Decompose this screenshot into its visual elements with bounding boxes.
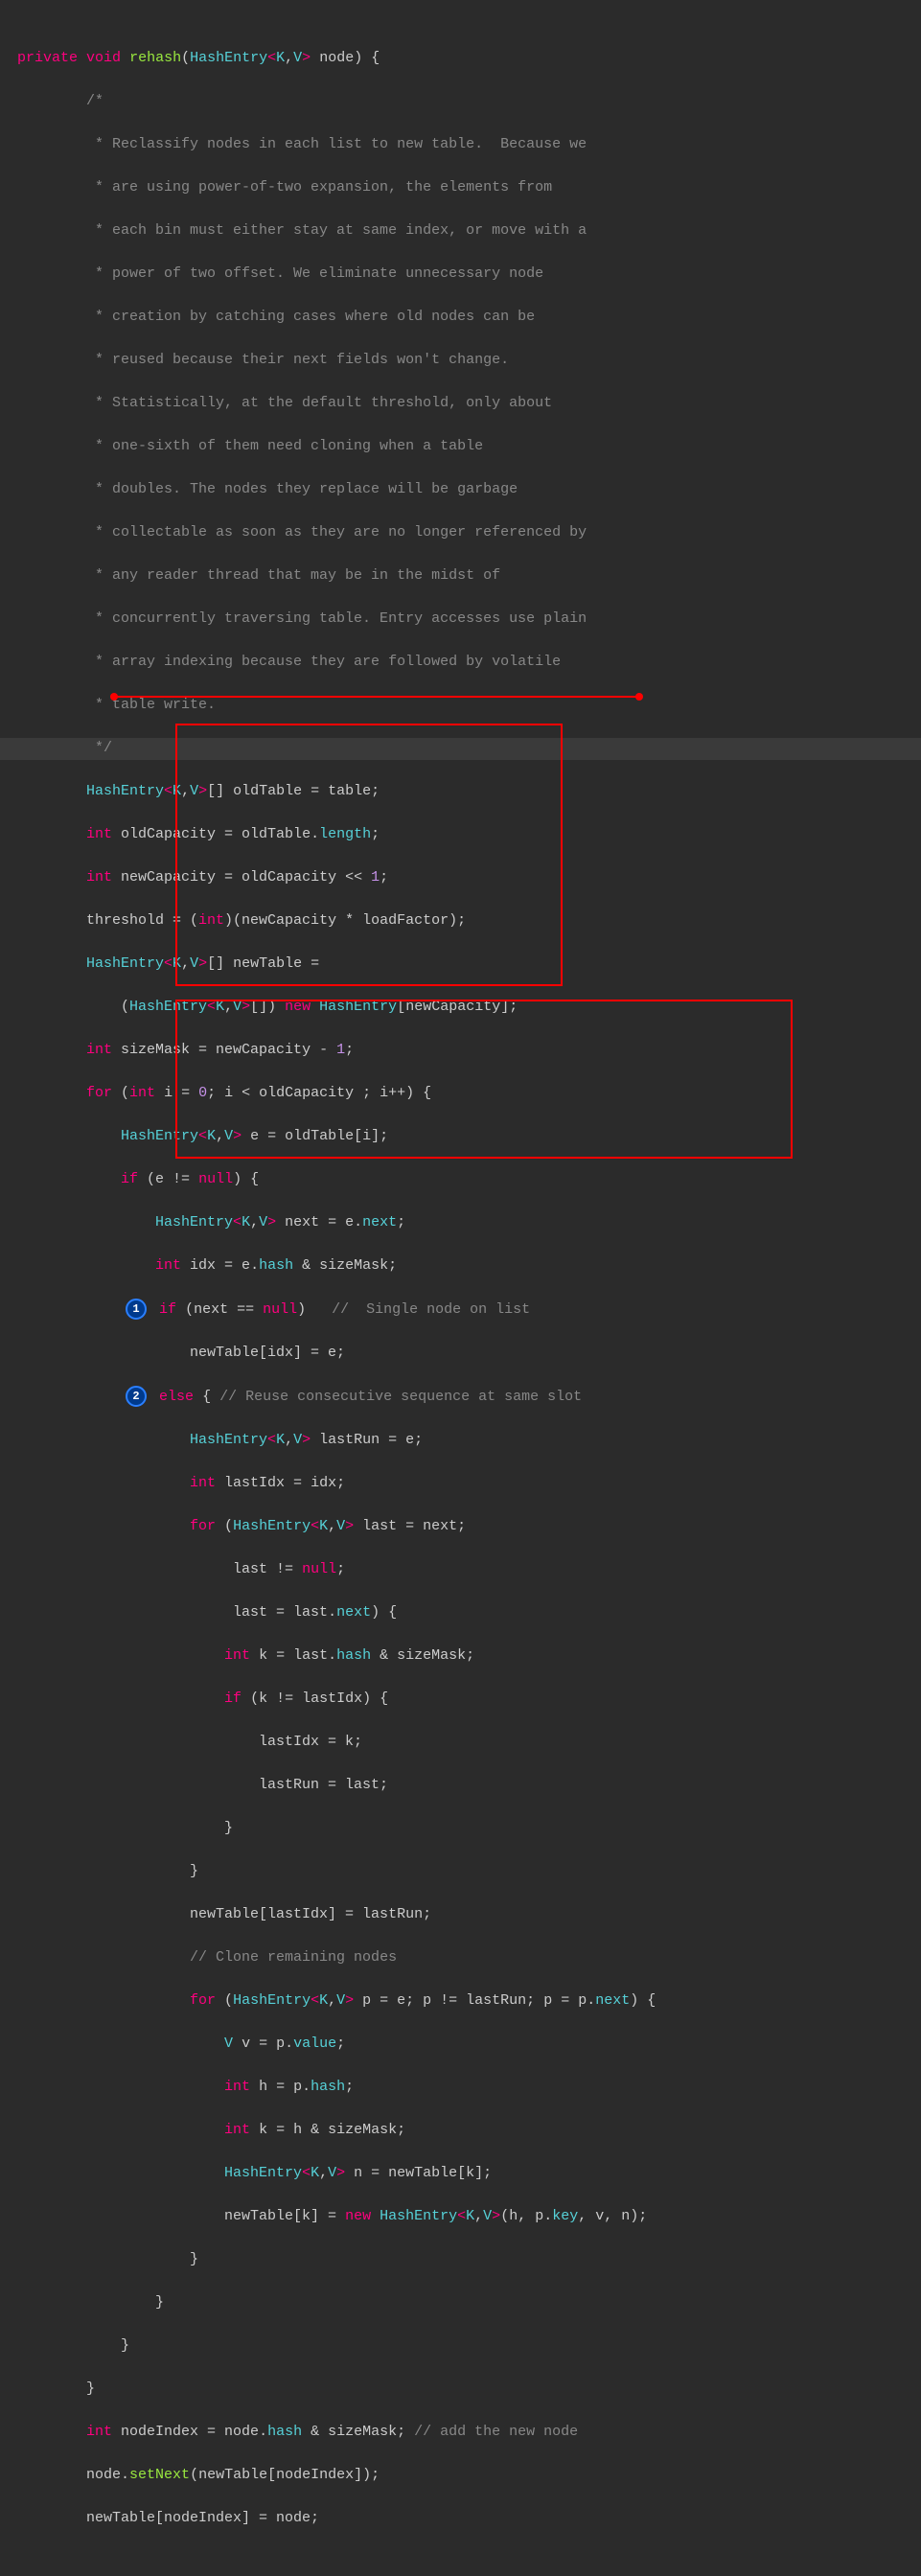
code-line: int k = last.hash & sizeMask; [0,1645,921,1668]
code-line-badge-2: 2 else { // Reuse consecutive sequence a… [0,1386,921,1408]
comment-line: * table write. [0,695,921,717]
kw-private: private [17,50,78,66]
annotation-dot [635,693,643,701]
code-line: int oldCapacity = oldTable.length; [0,824,921,846]
method-name: rehash [129,50,181,66]
code-line: HashEntry<K,V>[] newTable = [0,954,921,976]
code-line: lastRun = last; [0,1775,921,1797]
code-line: last = last.next) { [0,1602,921,1624]
comment-line: * reused because their next fields won't… [0,350,921,372]
code-line: HashEntry<K,V>[] oldTable = table; [0,781,921,803]
code-line: newTable[k] = new HashEntry<K,V>(h, p.ke… [0,2206,921,2228]
code-line: if (k != lastIdx) { [0,1689,921,1711]
annotation-badge-2: 2 [126,1386,147,1407]
code-line: int nodeIndex = node.hash & sizeMask; //… [0,2422,921,2444]
code-line: HashEntry<K,V> lastRun = e; [0,1430,921,1452]
annotation-divider-line [113,696,640,698]
code-line: for (int i = 0; i < oldCapacity ; i++) { [0,1083,921,1105]
code-line: int sizeMask = newCapacity - 1; [0,1040,921,1062]
code-line: for (HashEntry<K,V> last = next; [0,1516,921,1538]
comment-line: * one-sixth of them need cloning when a … [0,436,921,458]
comment-line: * Statistically, at the default threshol… [0,393,921,415]
comment-line: * each bin must either stay at same inde… [0,220,921,242]
code-line: lastIdx = k; [0,1732,921,1754]
annotation-dot [110,693,118,701]
code-line: } [0,1861,921,1883]
comment-line: * collectable as soon as they are no lon… [0,522,921,544]
comment-line: * creation by catching cases where old n… [0,307,921,329]
kw-void: void [86,50,121,66]
code-line: int k = h & sizeMask; [0,2120,921,2142]
code-line: } [0,2249,921,2271]
comment-line: * are using power-of-two expansion, the … [0,177,921,199]
comment-line: * any reader thread that may be in the m… [0,565,921,587]
code-line-badge-1: 1 if (next == null) // Single node on li… [0,1299,921,1321]
code-line: } [0,2335,921,2358]
code-line: // Clone remaining nodes [0,1947,921,1969]
code-line: } [0,2379,921,2401]
code-line: newTable[idx] = e; [0,1343,921,1365]
code-line: threshold = (int)(newCapacity * loadFact… [0,910,921,932]
code-line: if (e != null) { [0,1169,921,1191]
comment-line: * array indexing because they are follow… [0,652,921,674]
code-line: private void rehash(HashEntry<K,V> node)… [0,48,921,70]
code-line: HashEntry<K,V> next = e.next; [0,1212,921,1234]
comment-line: * Reclassify nodes in each list to new t… [0,134,921,156]
code-line: HashEntry<K,V> n = newTable[k]; [0,2163,921,2185]
comment-line: * concurrently traversing table. Entry a… [0,609,921,631]
code-line: last != null; [0,1559,921,1581]
code-line: (HashEntry<K,V>[]) new HashEntry[newCapa… [0,997,921,1019]
code-editor: private void rehash(HashEntry<K,V> node)… [0,0,921,2576]
code-line: newTable[nodeIndex] = node; [0,2508,921,2530]
code-line: int idx = e.hash & sizeMask; [0,1255,921,1277]
comment-line-current: */ [0,738,921,760]
code-line: newTable[lastIdx] = lastRun; [0,1904,921,1926]
code-line: node.setNext(newTable[nodeIndex]); [0,2465,921,2487]
code-line: HashEntry<K,V> e = oldTable[i]; [0,1126,921,1148]
code-line: for (HashEntry<K,V> p = e; p != lastRun;… [0,1990,921,2012]
code-line: int newCapacity = oldCapacity << 1; [0,867,921,889]
code-line: } [0,1818,921,1840]
annotation-badge-1: 1 [126,1299,147,1320]
code-line: V v = p.value; [0,2034,921,2056]
comment-line: * doubles. The nodes they replace will b… [0,479,921,501]
comment-line: * power of two offset. We eliminate unne… [0,264,921,286]
code-line: int lastIdx = idx; [0,1473,921,1495]
code-line: } [0,2292,921,2314]
code-line: int h = p.hash; [0,2077,921,2099]
comment-line: /* [0,91,921,113]
